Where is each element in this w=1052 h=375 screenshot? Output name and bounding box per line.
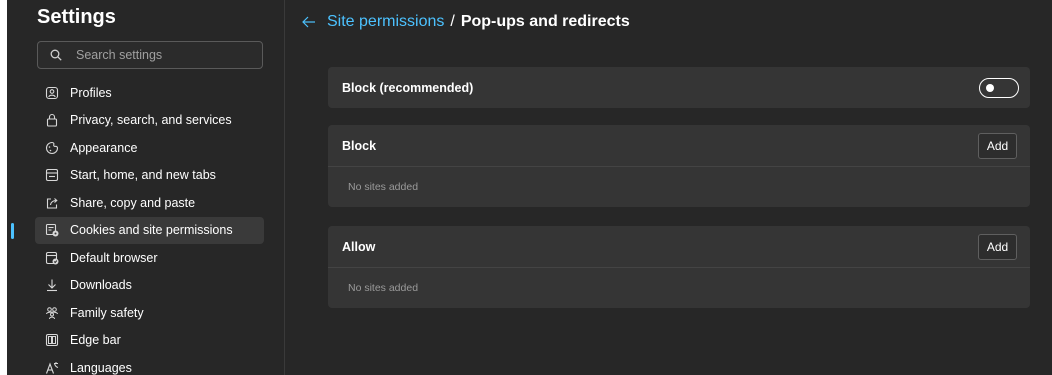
sidebar-nav: Profiles Privacy, search, and services A… [11, 79, 264, 375]
edge-bar-icon [45, 333, 59, 347]
home-tabs-icon [45, 168, 59, 182]
breadcrumb-parent-link[interactable]: Site permissions [327, 13, 444, 31]
breadcrumb-separator: / [450, 13, 455, 30]
sidebar-item-label: Start, home, and new tabs [70, 168, 216, 183]
search-input[interactable] [74, 47, 258, 63]
sidebar-item-label: Cookies and site permissions [70, 223, 233, 238]
sidebar-item-privacy[interactable]: Privacy, search, and services [35, 107, 264, 135]
search-box[interactable] [37, 41, 263, 69]
sidebar-item-label: Profiles [70, 85, 112, 100]
lock-icon [45, 113, 59, 127]
allow-add-button[interactable]: Add [978, 233, 1017, 260]
block-recommended-label: Block (recommended) [342, 80, 474, 95]
sidebar-item-default-browser[interactable]: Default browser [35, 244, 264, 272]
sidebar-item-edge-bar[interactable]: Edge bar [35, 327, 264, 355]
sidebar-item-label: Edge bar [70, 333, 121, 348]
sidebar-item-share[interactable]: Share, copy and paste [35, 189, 264, 217]
settings-title: Settings [37, 6, 116, 28]
sidebar-item-downloads[interactable]: Downloads [35, 272, 264, 300]
default-browser-icon [45, 251, 59, 265]
block-add-button[interactable]: Add [978, 132, 1017, 159]
sidebar-item-family-safety[interactable]: Family safety [35, 299, 264, 327]
sidebar-item-label: Privacy, search, and services [70, 113, 232, 128]
search-icon [50, 49, 62, 61]
allow-section-title: Allow [342, 239, 376, 254]
page-title: Pop-ups and redirects [460, 13, 630, 30]
sidebar-item-start-home[interactable]: Start, home, and new tabs [35, 162, 264, 190]
sidebar-item-cookies[interactable]: Cookies and site permissions [11, 216, 264, 244]
sidebar-item-appearance[interactable]: Appearance [35, 134, 264, 162]
profile-icon [45, 86, 59, 100]
block-recommended-toggle[interactable] [979, 77, 1019, 98]
sidebar-item-profiles[interactable]: Profiles [35, 79, 264, 107]
settings-window: Settings Profiles Privacy, search, and s… [7, 0, 1052, 375]
sidebar-item-label: Family safety [70, 305, 144, 320]
block-section-card: Block Add No sites added [328, 125, 1030, 207]
download-icon [45, 278, 59, 292]
block-empty-text: No sites added [348, 181, 419, 193]
block-section-title: Block [342, 138, 377, 153]
allow-empty-text: No sites added [348, 282, 419, 294]
share-icon [45, 196, 59, 210]
appearance-icon [45, 141, 59, 155]
cookies-permissions-icon [45, 223, 59, 237]
allow-section-card: Allow Add No sites added [328, 226, 1030, 308]
sidebar-item-label: Downloads [70, 278, 132, 293]
block-recommended-card: Block (recommended) [328, 67, 1030, 108]
languages-icon [45, 361, 59, 375]
sidebar-item-languages[interactable]: Languages [35, 354, 264, 375]
toggle-knob [986, 83, 994, 92]
back-arrow-icon[interactable] [301, 14, 317, 30]
sidebar-item-label: Default browser [70, 250, 158, 265]
sidebar-item-label: Appearance [70, 140, 138, 155]
sidebar-item-label: Languages [70, 360, 132, 375]
sidebar: Settings Profiles Privacy, search, and s… [7, 0, 285, 375]
sidebar-item-label: Share, copy and paste [70, 195, 196, 210]
family-icon [45, 306, 59, 320]
breadcrumb: Site permissions / Pop-ups and redirects [301, 10, 630, 34]
main-content: Site permissions / Pop-ups and redirects… [285, 0, 1052, 375]
